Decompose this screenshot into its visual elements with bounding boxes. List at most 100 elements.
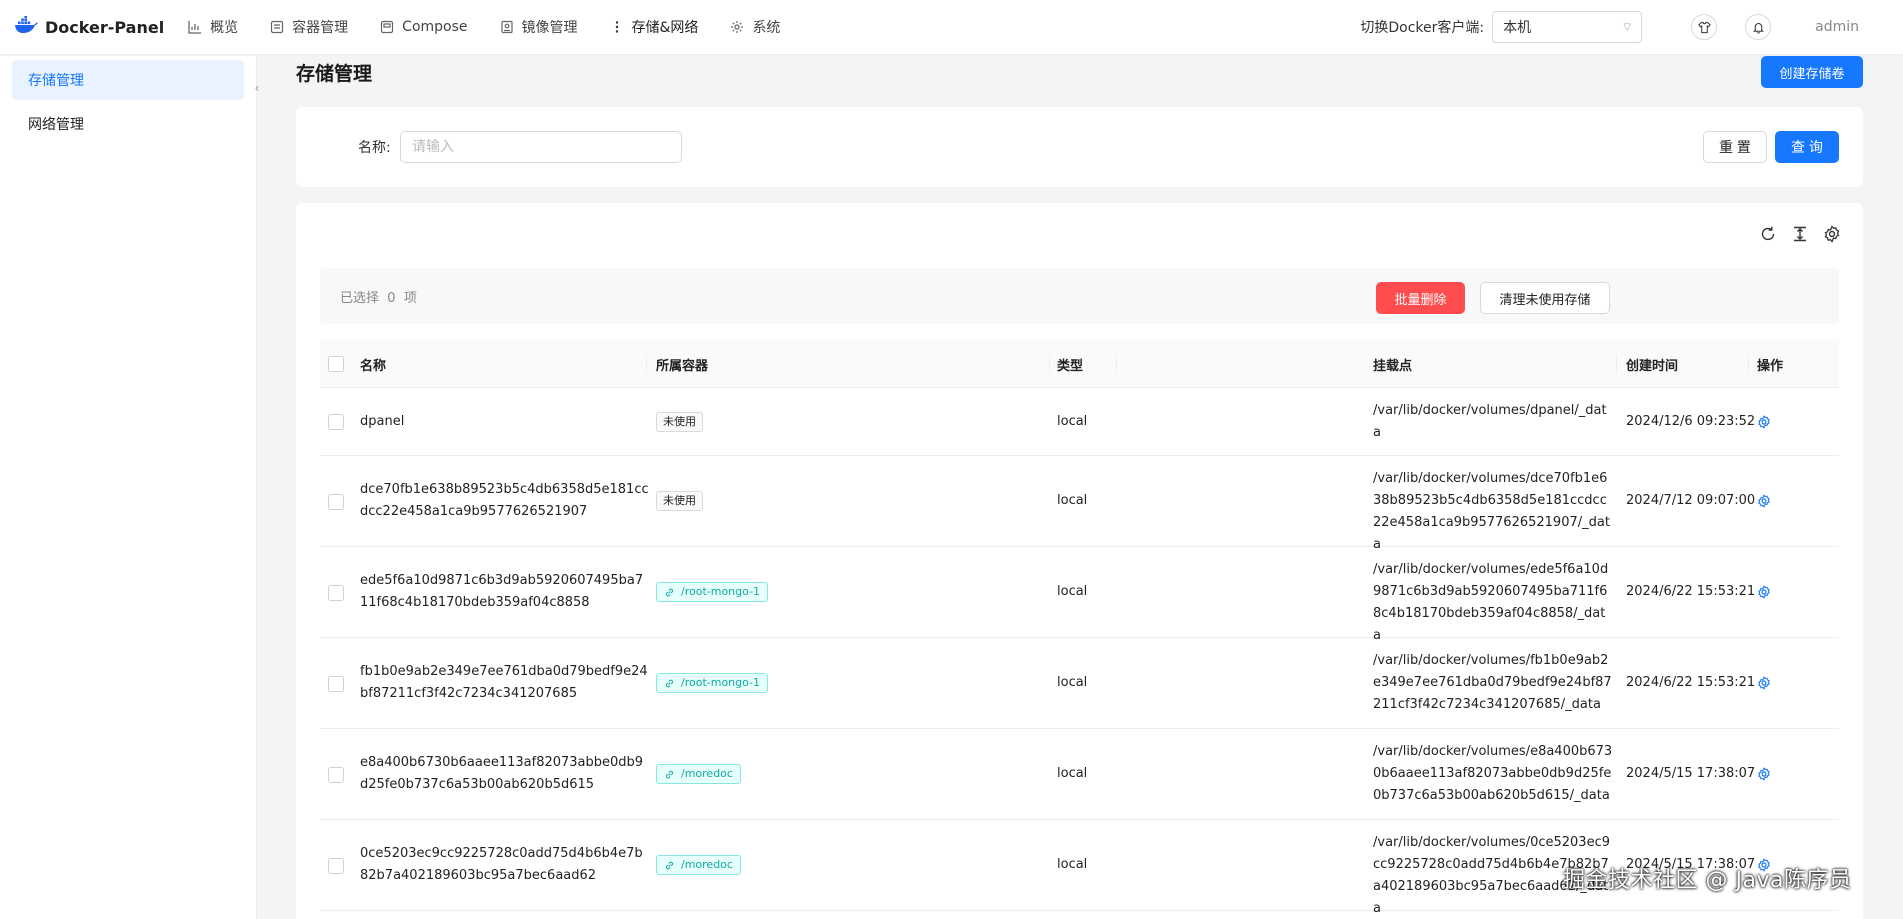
sidebar-collapse-chevron-left-icon[interactable]: ‹ — [250, 76, 264, 100]
table-header: 名称 所属容器 类型 挂载点 创建时间 操作 — [320, 340, 1839, 388]
table-row[interactable]: fb1b0e9ab2e349e7ee761dba0d79bedf9e24bf87… — [320, 638, 1839, 729]
container-link-label: /root-mongo-1 — [681, 676, 761, 689]
column-created: 创建时间 — [1626, 359, 1679, 374]
create-volume-button[interactable]: 创建存储卷 — [1761, 56, 1863, 88]
column-height-icon[interactable] — [1791, 225, 1809, 243]
name-search-input[interactable] — [400, 131, 682, 163]
theme-shirt-button[interactable] — [1691, 14, 1718, 40]
container-link-tag[interactable]: /moredoc — [656, 855, 741, 875]
column-container: 所属容器 — [656, 359, 709, 374]
container-link-tag[interactable]: /moredoc — [656, 764, 741, 784]
nav-label: 存储&网络 — [631, 20, 699, 36]
notification-button[interactable] — [1745, 14, 1772, 40]
nav-label: 容器管理 — [292, 20, 349, 36]
container-link-label: /root-mongo-1 — [681, 585, 761, 598]
nav-item-images[interactable]: 镜像管理 — [484, 0, 594, 55]
nav-label: 镜像管理 — [521, 20, 578, 36]
mount-point: /var/lib/docker/volumes/e8a400b6730b6aae… — [1373, 744, 1613, 803]
volume-name: dpanel — [360, 414, 405, 429]
sidebar-item-network[interactable]: 网络管理 — [12, 104, 244, 144]
settings-icon[interactable] — [1823, 225, 1841, 243]
table-row[interactable]: ede5f6a10d9871c6b3d9ab5920607495ba711f68… — [320, 547, 1839, 643]
settings-action-icon[interactable] — [1757, 585, 1771, 599]
container-link-label: /moredoc — [681, 858, 733, 871]
table-row[interactable]: dce70fb1e638b89523b5c4db6358d5e181ccdcc2… — [320, 456, 1839, 552]
row-checkbox[interactable] — [328, 767, 344, 783]
link-icon — [665, 679, 674, 687]
mount-point: /var/lib/docker/volumes/fb1b0e9ab2e349e7… — [1373, 653, 1612, 712]
settings-action-icon[interactable] — [1757, 415, 1771, 429]
created-time: 2024/6/22 15:53:21 — [1626, 584, 1756, 599]
settings-action-icon[interactable] — [1757, 767, 1771, 781]
search-form: 名称: 重 置 查 询 — [296, 107, 1863, 187]
bell-icon — [1752, 22, 1764, 34]
volume-name: dce70fb1e638b89523b5c4db6358d5e181ccdcc2… — [360, 482, 649, 519]
column-name: 名称 — [360, 359, 387, 374]
volume-type: local — [1057, 675, 1088, 690]
created-time: 2024/5/15 17:38:07 — [1626, 766, 1756, 781]
image-icon — [500, 20, 514, 34]
chevron-down-icon: ▽ — [1623, 21, 1632, 33]
client-switch-label: 切换Docker客户端: — [1360, 20, 1485, 36]
nav-item-system[interactable]: 系统 — [714, 0, 796, 55]
column-separator — [1116, 355, 1117, 373]
link-icon — [665, 588, 674, 596]
selection-status: 已选择 0 项 — [340, 287, 417, 306]
created-time: 2024/12/6 09:23:52 — [1626, 414, 1756, 429]
main-nav: 概览 容器管理 Compose 镜像管理 存储&网络 系统 — [172, 0, 796, 55]
table-row[interactable]: e8a400b6730b6aaee113af82073abbe0db9d25fe… — [320, 729, 1839, 820]
column-mount: 挂载点 — [1373, 359, 1413, 374]
sidebar: 存储管理 网络管理 — [0, 56, 257, 919]
volume-table-card: 已选择 0 项 批量删除 清理未使用存储 名称 所属容器 类型 挂载点 创建时间… — [296, 203, 1863, 919]
selection-suffix: 项 — [403, 291, 417, 306]
settings-action-icon[interactable] — [1757, 494, 1771, 508]
client-select-value: 本机 — [1503, 20, 1532, 36]
table-row[interactable]: dpanel 未使用 local /var/lib/docker/volumes… — [320, 388, 1839, 456]
container-icon — [270, 20, 284, 34]
nav-item-overview[interactable]: 概览 — [172, 0, 254, 55]
row-checkbox[interactable] — [328, 858, 344, 874]
more-vertical-icon — [610, 20, 624, 34]
column-actions: 操作 — [1757, 359, 1784, 374]
select-all-checkbox[interactable] — [328, 356, 344, 372]
mount-point: /var/lib/docker/volumes/ede5f6a10d9871c6… — [1373, 562, 1609, 643]
nav-item-storage-network[interactable]: 存储&网络 — [594, 0, 715, 55]
volume-name: 0ce5203ec9cc9225728c0add75d4b6b4e7b82b7a… — [360, 846, 643, 883]
chart-icon — [188, 20, 202, 34]
table-body: dpanel 未使用 local /var/lib/docker/volumes… — [320, 388, 1839, 916]
volume-name: fb1b0e9ab2e349e7ee761dba0d79bedf9e24bf87… — [360, 664, 648, 701]
column-separator — [646, 355, 647, 373]
container-link-tag[interactable]: /root-mongo-1 — [656, 582, 769, 602]
batch-delete-button[interactable]: 批量删除 — [1376, 282, 1465, 314]
container-link-tag[interactable]: /root-mongo-1 — [656, 673, 769, 693]
nav-label: 概览 — [210, 20, 239, 36]
sidebar-item-storage[interactable]: 存储管理 — [12, 60, 244, 100]
volume-type: local — [1057, 857, 1088, 872]
brand[interactable]: Docker-Panel — [14, 15, 165, 38]
selection-count: 0 — [387, 291, 396, 306]
row-checkbox[interactable] — [328, 494, 344, 510]
created-time: 2024/7/12 09:07:00 — [1626, 493, 1756, 508]
status-badge: 未使用 — [656, 412, 703, 432]
refresh-icon[interactable] — [1759, 225, 1777, 243]
row-checkbox[interactable] — [328, 676, 344, 692]
table-toolbar — [1759, 225, 1841, 243]
container-link-label: /moredoc — [681, 767, 733, 780]
brand-name: Docker-Panel — [45, 17, 165, 37]
shirt-icon — [1697, 21, 1711, 33]
top-right-area: 切换Docker客户端: 本机 ▽ admin — [1360, 0, 1903, 55]
reset-button[interactable]: 重 置 — [1703, 131, 1767, 163]
volume-type: local — [1057, 584, 1088, 599]
query-button[interactable]: 查 询 — [1775, 131, 1839, 163]
settings-action-icon[interactable] — [1757, 676, 1771, 690]
client-select[interactable]: 本机 ▽ — [1492, 11, 1643, 43]
row-checkbox[interactable] — [328, 414, 344, 430]
top-bar: Docker-Panel 概览 容器管理 Compose 镜像管理 存储&网络 … — [0, 0, 1903, 55]
nav-item-containers[interactable]: 容器管理 — [254, 0, 364, 55]
clean-unused-button[interactable]: 清理未使用存储 — [1480, 282, 1610, 314]
row-checkbox[interactable] — [328, 585, 344, 601]
nav-item-compose[interactable]: Compose — [364, 0, 483, 55]
selection-bar: 已选择 0 项 批量删除 清理未使用存储 — [320, 268, 1839, 324]
user-menu[interactable]: admin — [1815, 19, 1859, 35]
status-badge: 未使用 — [656, 491, 703, 511]
